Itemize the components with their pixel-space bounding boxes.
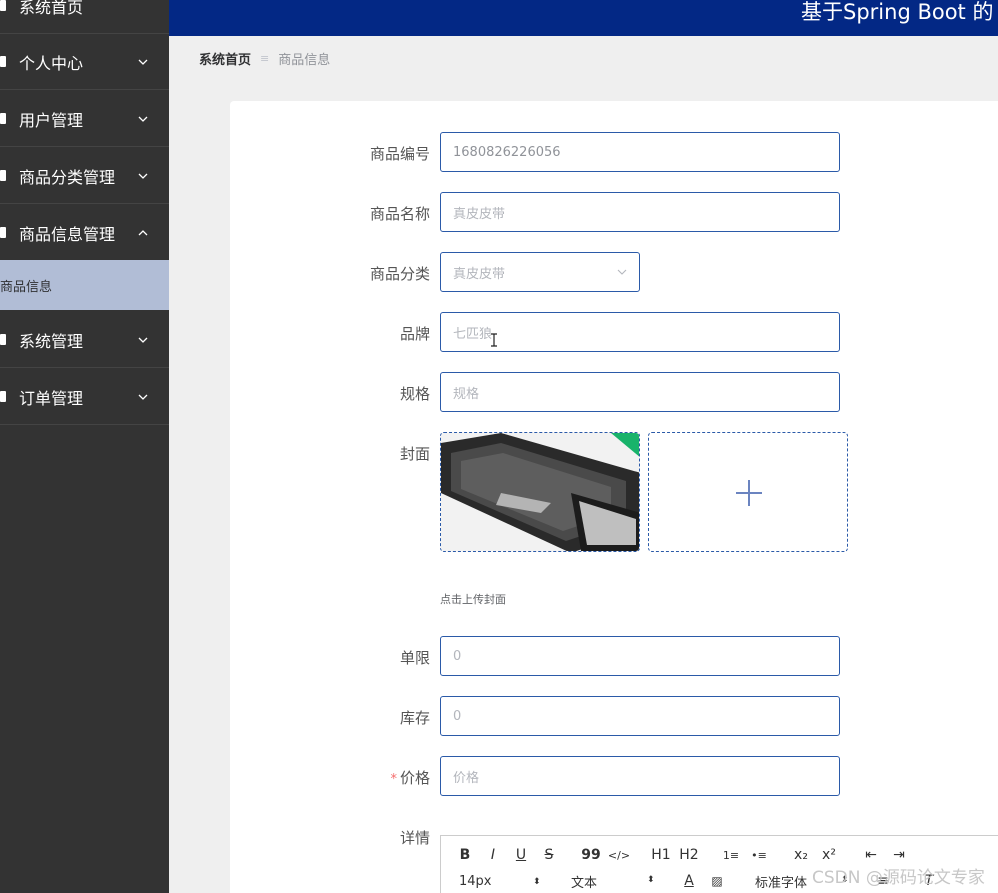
chevron-down-icon — [138, 173, 148, 179]
top-header: 基于Spring Boot 的 — [169, 0, 998, 36]
sidebar-item-label: 商品信息管理 — [19, 224, 116, 244]
block-type-value: 文本 — [571, 875, 598, 891]
chevron-down-icon — [138, 116, 148, 122]
user-icon — [0, 56, 6, 67]
required-mark: * — [390, 772, 397, 787]
price-label-text: 价格 — [399, 769, 430, 787]
price-placeholder: 价格 — [453, 770, 480, 786]
italic-button[interactable]: I — [479, 847, 507, 863]
superscript-button[interactable]: x² — [815, 847, 843, 863]
code-value: 1680826226056 — [453, 144, 561, 160]
grid-icon — [0, 170, 6, 181]
name-label: 商品名称 — [369, 205, 430, 223]
limit-input[interactable]: 0 — [440, 636, 840, 676]
category-value: 真皮皮带 — [453, 266, 506, 282]
brand-label: 品牌 — [399, 325, 430, 343]
chevron-down-icon — [138, 337, 148, 343]
code-input[interactable]: 1680826226056 — [440, 132, 840, 172]
form-card: 商品编号 1680826226056 商品名称 真皮皮带 商品分类 真皮皮带 品… — [230, 101, 998, 893]
sidebar-item-users[interactable]: 用户管理 — [0, 91, 169, 147]
ordered-list-button[interactable]: 1≡ — [717, 849, 745, 862]
indent-button[interactable]: ⇥ — [885, 847, 913, 863]
cover-upload-tip: 点击上传封面 — [440, 593, 506, 606]
spec-placeholder: 规格 — [453, 386, 480, 402]
belt-buckle-image — [441, 433, 639, 551]
category-label: 商品分类 — [369, 265, 430, 283]
sidebar-subitem-label: 商品信息 — [0, 279, 53, 295]
code-label: 商品编号 — [369, 145, 430, 163]
chevron-down-icon — [617, 269, 627, 275]
stock-input[interactable]: 0 — [440, 696, 840, 736]
block-type-select[interactable]: 文本 ⬍ — [571, 872, 655, 891]
bullet-list-button[interactable]: •≡ — [745, 849, 773, 862]
h1-button[interactable]: H1 — [647, 847, 675, 863]
price-input[interactable]: 价格 — [440, 756, 840, 796]
stock-label: 库存 — [399, 709, 430, 727]
sidebar-item-label: 订单管理 — [19, 388, 84, 408]
cover-thumbnail[interactable] — [440, 432, 640, 552]
sidebar-item-label: 系统首页 — [19, 0, 84, 17]
font-color-icon[interactable]: A — [675, 873, 703, 889]
code-block-button[interactable]: </> — [605, 849, 633, 862]
h2-button[interactable]: H2 — [675, 847, 703, 863]
breadcrumb-separator: ≡ — [260, 52, 270, 65]
grid-icon — [0, 113, 6, 124]
strike-button[interactable]: S — [535, 847, 563, 863]
updown-icon: ⬍ — [533, 876, 541, 887]
app-title: 基于Spring Boot 的 — [801, 0, 994, 24]
sidebar-item-home[interactable]: 系统首页 — [0, 0, 169, 34]
sidebar-item-product[interactable]: 商品信息管理 — [0, 205, 169, 261]
chevron-down-icon — [138, 394, 148, 400]
sidebar-item-label: 商品分类管理 — [19, 167, 116, 187]
price-label: * 价格 — [310, 767, 430, 788]
spec-label: 规格 — [399, 385, 430, 403]
updown-icon: ⬍ — [647, 874, 655, 885]
sidebar-item-label: 个人中心 — [19, 53, 84, 73]
breadcrumb-current: 商品信息 — [278, 53, 331, 68]
chevron-down-icon — [138, 59, 148, 65]
home-icon — [0, 0, 6, 11]
sidebar-subitem-product-info[interactable]: 商品信息 — [0, 260, 169, 310]
sidebar: 系统首页 个人中心 用户管理 商品分类管理 商品信息管理 商品信息 系统管理 订… — [0, 0, 169, 893]
detail-label: 详情 — [399, 829, 430, 847]
watermark: CSDN @源码论文专家 — [812, 868, 985, 888]
breadcrumb: 系统首页 ≡ 商品信息 — [199, 49, 330, 68]
underline-button[interactable]: U — [507, 847, 535, 863]
grid-icon — [0, 334, 6, 345]
cover-upload-button[interactable] — [648, 432, 848, 552]
sidebar-item-orders[interactable]: 订单管理 — [0, 369, 169, 425]
font-family-value: 标准字体 — [755, 875, 808, 891]
subscript-button[interactable]: x₂ — [787, 847, 815, 863]
outdent-button[interactable]: ⇤ — [857, 847, 885, 863]
brand-value: 七匹狼 — [453, 326, 493, 342]
sidebar-item-category[interactable]: 商品分类管理 — [0, 148, 169, 204]
sidebar-item-profile[interactable]: 个人中心 — [0, 34, 169, 90]
bell-icon — [0, 391, 6, 402]
font-size-value: 14px — [459, 873, 492, 889]
category-select[interactable]: 真皮皮带 — [440, 252, 640, 292]
sidebar-item-system[interactable]: 系统管理 — [0, 312, 169, 368]
background-color-icon[interactable]: ▨ — [703, 874, 731, 888]
sidebar-item-label: 系统管理 — [19, 331, 84, 351]
limit-label: 单限 — [399, 649, 430, 667]
chevron-up-icon — [138, 229, 148, 235]
stock-value: 0 — [453, 708, 462, 724]
spec-input[interactable]: 规格 — [440, 372, 840, 412]
grid-icon — [0, 227, 6, 238]
name-value: 真皮皮带 — [453, 206, 506, 222]
cover-label: 封面 — [399, 445, 430, 463]
breadcrumb-home[interactable]: 系统首页 — [199, 49, 251, 68]
font-family-select[interactable]: 标准字体 ⬍ — [755, 872, 849, 891]
blockquote-button[interactable]: 99 — [577, 847, 605, 863]
limit-value: 0 — [453, 648, 462, 664]
bold-button[interactable]: B — [451, 847, 479, 863]
name-input[interactable]: 真皮皮带 — [440, 192, 840, 232]
font-size-select[interactable]: 14px ⬍ — [459, 873, 541, 889]
brand-input[interactable]: 七匹狼 — [440, 312, 840, 352]
plus-icon — [736, 480, 762, 506]
sidebar-item-label: 用户管理 — [19, 110, 84, 130]
text-cursor-icon — [491, 333, 497, 347]
